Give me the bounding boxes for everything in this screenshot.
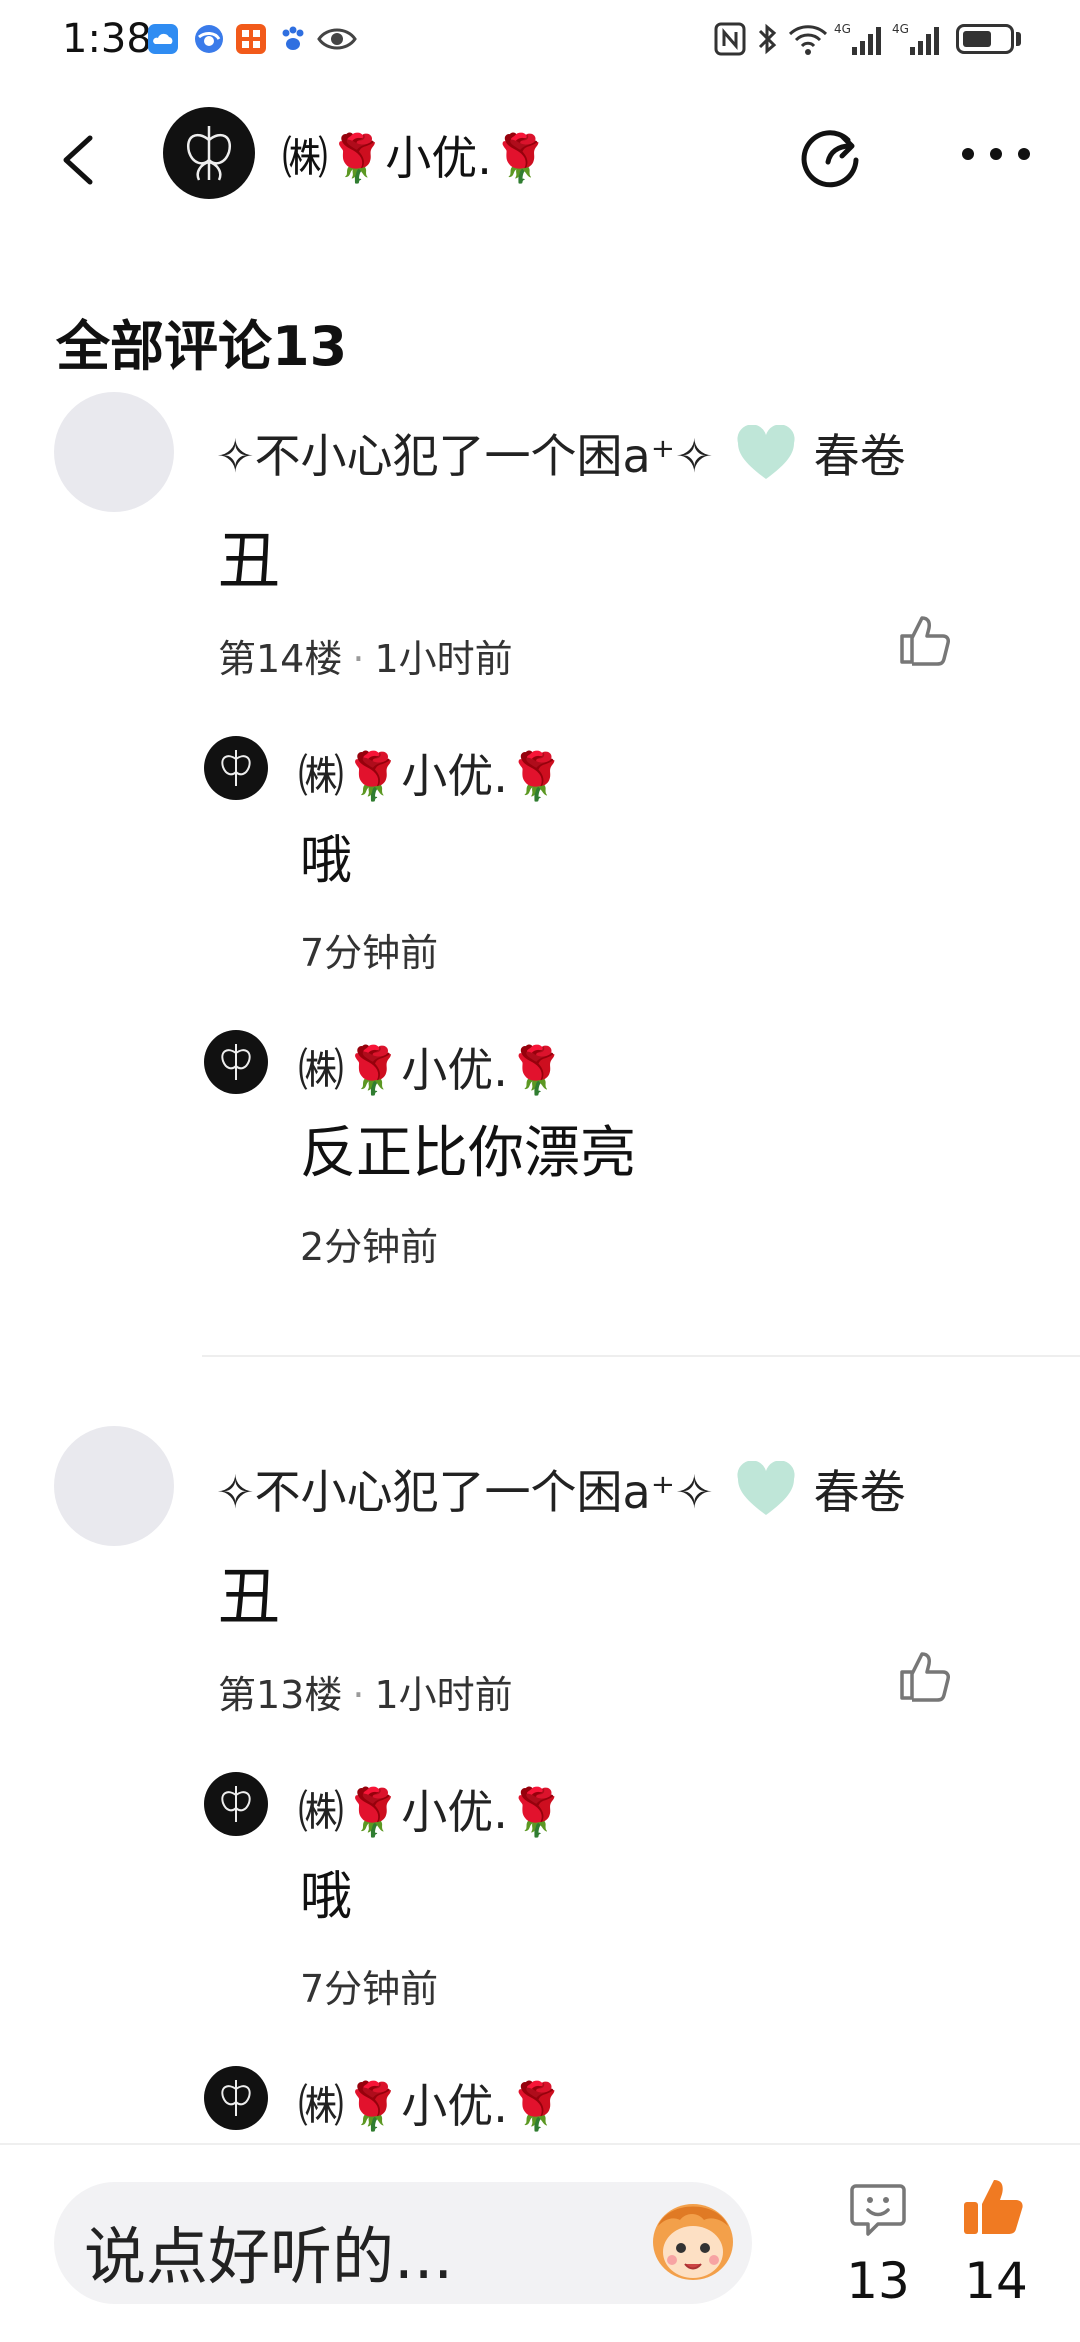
signal-4g-icon-2: 4G <box>892 20 942 58</box>
thumbs-up-outline-icon <box>900 1652 950 1702</box>
taobao-app-icon <box>234 20 268 58</box>
back-button[interactable] <box>52 128 108 192</box>
comment-divider <box>202 1355 1080 1357</box>
comment-like-button[interactable] <box>896 1648 952 1704</box>
like-count: 14 <box>964 2252 1028 2310</box>
header-avatar[interactable] <box>163 107 255 199</box>
comment-like-button[interactable] <box>896 612 952 668</box>
battery-tip <box>1016 32 1021 46</box>
reply-avatar[interactable] <box>204 2066 268 2130</box>
moth-avatar-icon <box>221 2080 251 2116</box>
comment-input-placeholder[interactable]: 说点好听的... <box>84 2206 453 2296</box>
reply-body: 哦 <box>300 831 353 891</box>
wifi-icon <box>786 20 830 58</box>
comment-time: 1小时前 <box>374 637 513 681</box>
header-username[interactable]: ㈱🌹小优.🌹 <box>282 122 549 188</box>
comment-author[interactable]: ✧不小心犯了一个困a⁺✧ 春卷 <box>216 420 906 486</box>
comment-floor: 第14楼 <box>218 637 343 681</box>
status-time: 1:38 <box>62 16 152 62</box>
heart-icon <box>737 1461 795 1515</box>
more-options-button[interactable] <box>958 136 1036 172</box>
svg-text:4G: 4G <box>892 22 909 36</box>
battery-icon <box>956 24 1014 54</box>
reply-avatar[interactable] <box>204 736 268 800</box>
reply-author[interactable]: ㈱🌹小优.🌹 <box>298 740 565 806</box>
baidu-paw-icon <box>276 20 310 58</box>
share-icon <box>801 130 859 188</box>
comment-body: 丑 <box>218 1560 281 1633</box>
heart-icon <box>737 425 795 479</box>
reply-time: 2分钟前 <box>300 1225 439 1269</box>
reply-avatar[interactable] <box>204 1772 268 1836</box>
signal-4g-icon-1: 4G <box>834 20 884 58</box>
browser-app-icon <box>192 20 226 58</box>
reply-body: 反正比你漂亮 <box>300 1121 636 1186</box>
comment-bubble-icon <box>850 2184 906 2236</box>
more-dots-icon <box>962 148 1030 160</box>
comment-author-name: ✧不小心犯了一个困a⁺✧ <box>216 429 714 483</box>
comment-meta: 第14楼 · 1小时前 <box>218 637 513 681</box>
comment-author-tag: 春卷 <box>813 429 906 483</box>
comment-time: 1小时前 <box>374 1673 513 1717</box>
thumbs-up-outline-icon <box>900 616 950 666</box>
svg-text:4G: 4G <box>834 22 851 36</box>
moth-avatar-icon <box>221 1044 251 1080</box>
moth-avatar-icon <box>186 126 232 181</box>
comment-author-tag: 春卷 <box>813 1465 906 1519</box>
comment-body: 丑 <box>218 524 281 597</box>
commenter-avatar[interactable] <box>54 392 174 512</box>
thumbs-up-filled-icon <box>964 2180 1023 2234</box>
comment-count: 13 <box>846 2252 910 2310</box>
bluetooth-icon <box>752 20 782 58</box>
like-button[interactable] <box>962 2176 1024 2238</box>
reply-time: 7分钟前 <box>300 1967 439 2011</box>
commenter-avatar[interactable] <box>54 1426 174 1546</box>
reply-author[interactable]: ㈱🌹小优.🌹 <box>298 2070 565 2136</box>
emoji-sticker-button[interactable] <box>644 2196 742 2292</box>
comment-floor: 第13楼 <box>218 1673 343 1717</box>
reply-body: 哦 <box>300 1867 353 1927</box>
reply-avatar[interactable] <box>204 1030 268 1094</box>
comment-meta: 第13楼 · 1小时前 <box>218 1673 513 1717</box>
reply-author[interactable]: ㈱🌹小优.🌹 <box>298 1034 565 1100</box>
cloud-app-icon <box>146 20 180 58</box>
all-comments-title: 全部评论13 <box>56 315 348 378</box>
comment-author[interactable]: ✧不小心犯了一个困a⁺✧ 春卷 <box>216 1456 906 1522</box>
reply-author[interactable]: ㈱🌹小优.🌹 <box>298 1776 565 1842</box>
reply-time: 7分钟前 <box>300 931 439 975</box>
comment-author-name: ✧不小心犯了一个困a⁺✧ <box>216 1465 714 1519</box>
status-bar: 1:38 4G 4G <box>0 0 1080 80</box>
back-arrow-icon <box>63 135 93 185</box>
eye-icon <box>316 20 358 58</box>
moth-avatar-icon <box>221 1786 251 1822</box>
moth-avatar-icon <box>221 750 251 786</box>
nfc-icon <box>712 20 748 58</box>
comments-button[interactable] <box>848 2180 908 2238</box>
share-button[interactable] <box>798 120 868 190</box>
cartoon-face-icon <box>653 2204 733 2280</box>
